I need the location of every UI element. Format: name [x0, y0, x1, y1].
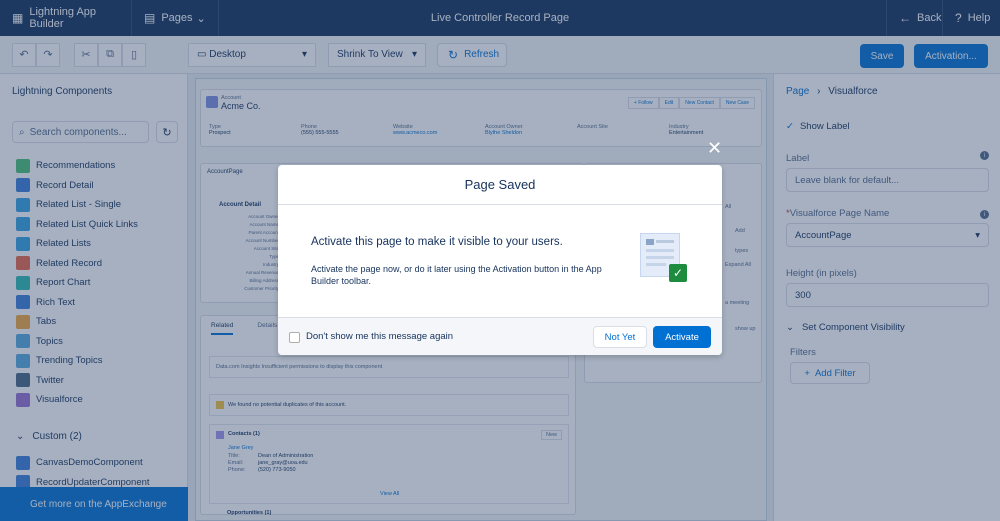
page-saved-modal: Page Saved Activate this page to make it…: [278, 165, 722, 355]
modal-footer: Don't show me this message again Not Yet…: [278, 317, 722, 355]
dont-show-checkbox[interactable]: [289, 332, 300, 343]
app-builder: Live Controller Record Page ▦ Lightning …: [0, 0, 1000, 521]
activate-button[interactable]: Activate: [653, 326, 711, 348]
not-yet-button[interactable]: Not Yet: [593, 326, 647, 348]
close-icon[interactable]: ✕: [707, 139, 722, 157]
modal-title: Page Saved: [278, 165, 722, 205]
modal-body: Activate the page now, or do it later us…: [311, 264, 602, 286]
page-activated-illustration: ✓: [640, 233, 687, 282]
modal-heading: Activate this page to make it visible to…: [311, 236, 563, 248]
dont-show-label: Don't show me this message again: [306, 331, 454, 342]
checkmark-icon: ✓: [669, 264, 687, 282]
